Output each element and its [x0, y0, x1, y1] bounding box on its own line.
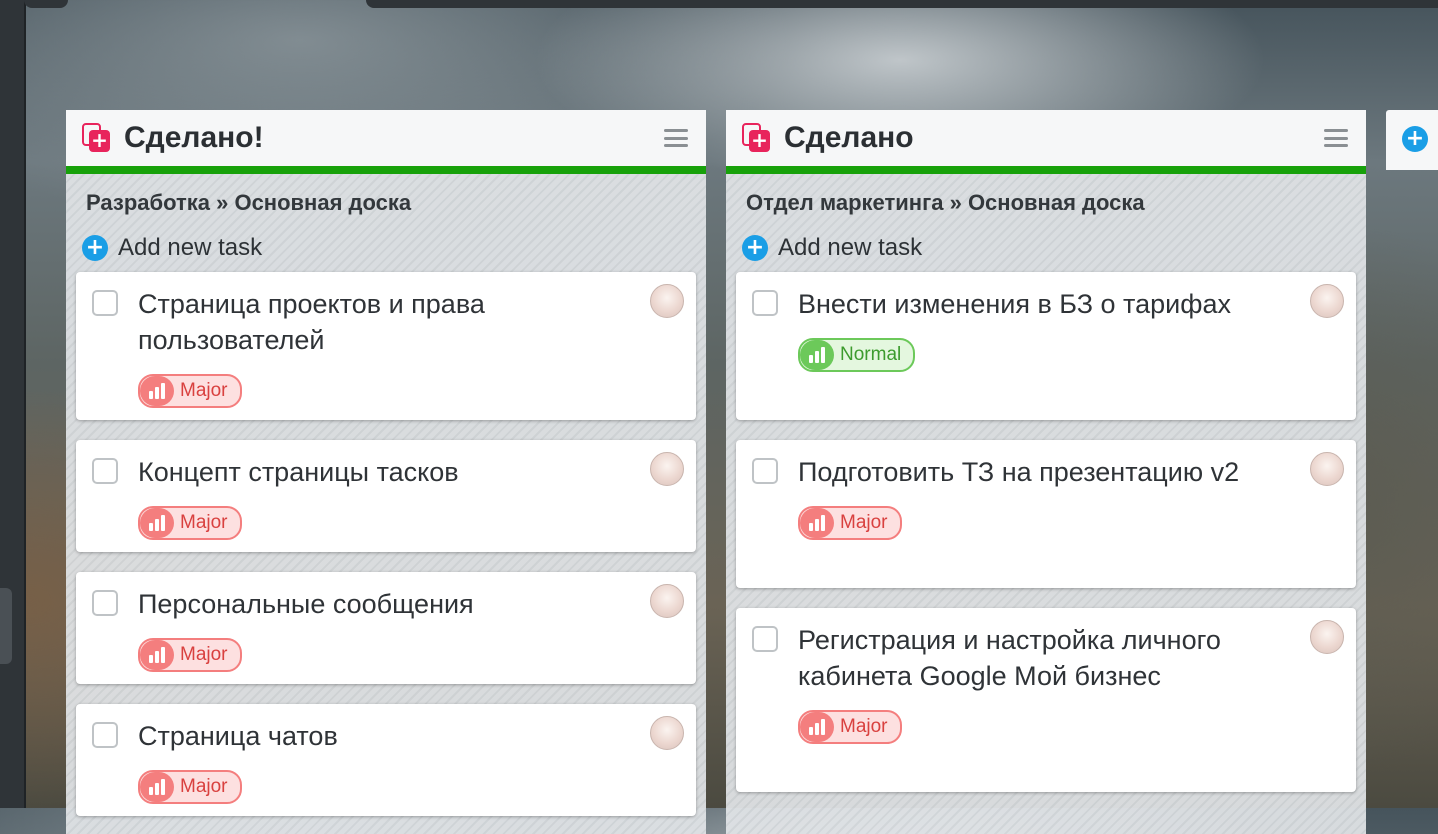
column-header: + Сделано! — [66, 110, 706, 174]
priority-label: Major — [180, 776, 228, 797]
breadcrumb[interactable]: Разработка » Основная доска — [76, 188, 696, 226]
left-sidebar — [0, 0, 26, 808]
priority-bars-icon — [800, 340, 834, 370]
priority-bars-icon — [800, 712, 834, 742]
avatar[interactable] — [650, 716, 684, 750]
avatar[interactable] — [1310, 452, 1344, 486]
priority-bars-icon — [140, 508, 174, 538]
plus-icon[interactable]: + — [1402, 126, 1428, 152]
plus-icon: + — [82, 235, 108, 261]
menu-icon[interactable] — [1324, 129, 1348, 147]
priority-badge[interactable]: Major — [138, 506, 242, 540]
task-title[interactable]: Концепт страницы тасков — [138, 454, 626, 490]
task-checkbox[interactable] — [92, 722, 118, 748]
menu-icon[interactable] — [664, 129, 688, 147]
priority-label: Major — [840, 512, 888, 533]
task-title[interactable]: Страница чатов — [138, 718, 626, 754]
task-card[interactable]: Персональные сообщения Major — [76, 572, 696, 684]
task-checkbox[interactable] — [92, 458, 118, 484]
task-checkbox[interactable] — [92, 590, 118, 616]
column-done-marketing: + Сделано Отдел маркетинга » Основная до… — [726, 110, 1366, 834]
priority-bars-icon — [140, 640, 174, 670]
column-title: Сделано — [784, 121, 914, 154]
avatar[interactable] — [650, 284, 684, 318]
top-bar — [366, 0, 1438, 8]
column-done-dev: + Сделано! Разработка » Основная доска +… — [66, 110, 706, 834]
column-title: Сделано! — [124, 121, 264, 154]
task-title[interactable]: Регистрация и настройка личного кабинета… — [798, 622, 1286, 694]
task-title[interactable]: Внести изменения в БЗ о тарифах — [798, 286, 1286, 322]
task-title[interactable]: Персональные сообщения — [138, 586, 626, 622]
avatar[interactable] — [1310, 620, 1344, 654]
task-card[interactable]: Страница чатов Major — [76, 704, 696, 816]
task-card[interactable]: Подготовить ТЗ на презентацию v2 Major — [736, 440, 1356, 588]
add-task-button[interactable]: + Add new task — [76, 226, 696, 270]
priority-label: Normal — [840, 344, 902, 365]
task-card[interactable]: Внести изменения в БЗ о тарифах Normal — [736, 272, 1356, 420]
column-body: Разработка » Основная доска + Add new ta… — [66, 174, 706, 834]
priority-badge[interactable]: Major — [138, 770, 242, 804]
task-checkbox[interactable] — [752, 290, 778, 316]
priority-label: Major — [180, 512, 228, 533]
priority-bars-icon — [800, 508, 834, 538]
board-icon: + — [742, 123, 772, 153]
priority-badge[interactable]: Major — [798, 710, 902, 744]
add-task-button[interactable]: + Add new task — [736, 226, 1356, 270]
priority-label: Major — [180, 644, 228, 665]
task-title[interactable]: Страница проектов и права пользователей — [138, 286, 626, 358]
board-icon: + — [82, 123, 112, 153]
task-card[interactable]: Регистрация и настройка личного кабинета… — [736, 608, 1356, 792]
priority-badge[interactable]: Major — [138, 638, 242, 672]
column-partial: + — [1386, 110, 1438, 170]
avatar[interactable] — [650, 452, 684, 486]
task-checkbox[interactable] — [92, 290, 118, 316]
priority-bars-icon — [140, 376, 174, 406]
task-title[interactable]: Подготовить ТЗ на презентацию v2 — [798, 454, 1286, 490]
top-bar-segment — [24, 0, 68, 8]
priority-badge[interactable]: Normal — [798, 338, 916, 372]
priority-label: Major — [840, 716, 888, 737]
column-body: Отдел маркетинга » Основная доска + Add … — [726, 174, 1366, 834]
plus-icon: + — [742, 235, 768, 261]
sidebar-collapse-tab[interactable] — [0, 588, 12, 664]
task-checkbox[interactable] — [752, 458, 778, 484]
task-checkbox[interactable] — [752, 626, 778, 652]
task-card[interactable]: Страница проектов и права пользователей … — [76, 272, 696, 420]
breadcrumb[interactable]: Отдел маркетинга » Основная доска — [736, 188, 1356, 226]
column-header: + Сделано — [726, 110, 1366, 174]
priority-badge[interactable]: Major — [798, 506, 902, 540]
add-task-label: Add new task — [118, 234, 263, 261]
add-task-label: Add new task — [778, 234, 923, 261]
priority-label: Major — [180, 380, 228, 401]
task-card[interactable]: Концепт страницы тасков Major — [76, 440, 696, 552]
priority-badge[interactable]: Major — [138, 374, 242, 408]
avatar[interactable] — [650, 584, 684, 618]
avatar[interactable] — [1310, 284, 1344, 318]
priority-bars-icon — [140, 772, 174, 802]
